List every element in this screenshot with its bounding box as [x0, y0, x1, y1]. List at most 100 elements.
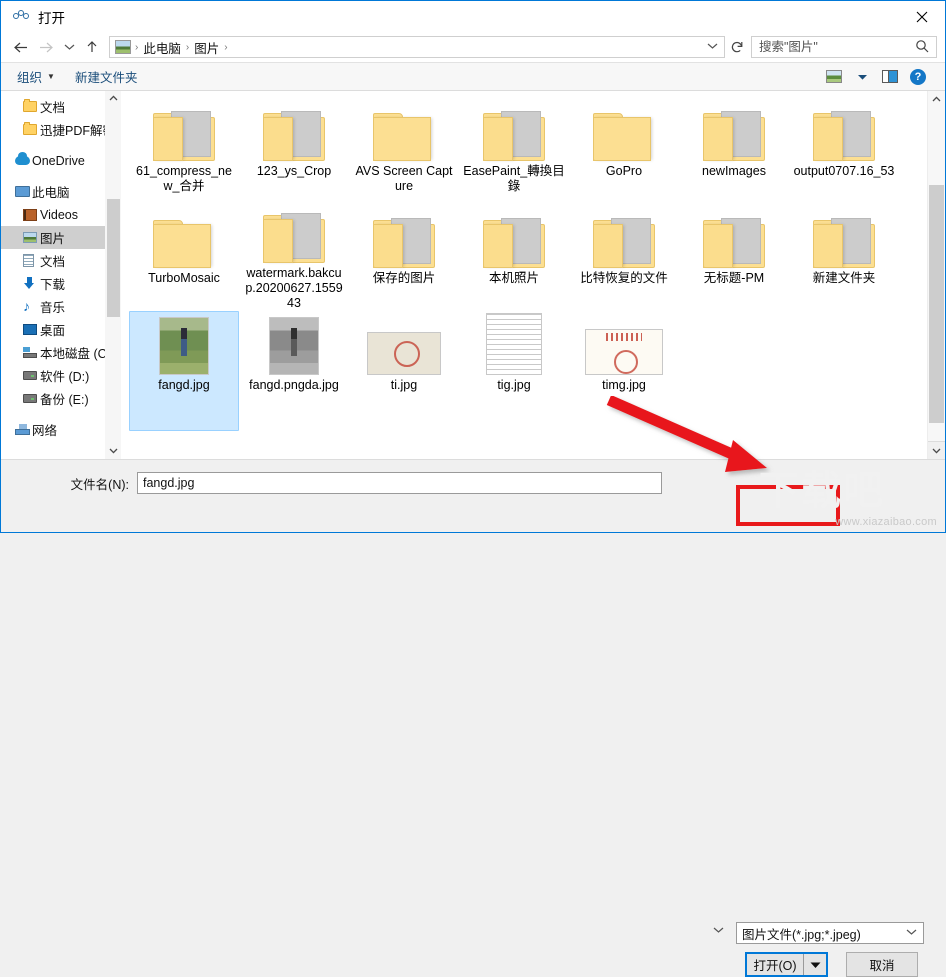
- sidebar-scroll-thumb[interactable]: [107, 199, 120, 317]
- file-item[interactable]: 无标题-PM: [679, 204, 789, 311]
- preview-pane-button[interactable]: [877, 66, 903, 88]
- sidebar-item-7[interactable]: 下载: [1, 272, 121, 295]
- sidebar-item-label: 音乐: [40, 301, 66, 315]
- file-item[interactable]: watermark.bakcup.20200627.155943: [239, 204, 349, 311]
- sidebar-item-label: OneDrive: [32, 153, 85, 168]
- folder-icon: [813, 99, 875, 161]
- file-item[interactable]: 新建文件夹: [789, 204, 899, 311]
- folder-icon: [153, 206, 215, 268]
- file-name-label: 文件名(N):: [70, 477, 129, 492]
- address-bar[interactable]: › 此电脑 › 图片 ›: [109, 36, 725, 58]
- file-item-label: 123_ys_Crop: [256, 164, 332, 178]
- up-button[interactable]: [79, 35, 105, 59]
- sidebar-item-0[interactable]: 文档: [1, 95, 121, 118]
- file-item[interactable]: output0707.16_53: [789, 97, 899, 204]
- this-pc-icon: [15, 186, 32, 197]
- file-item-label: fangd.pngda.jpg: [249, 378, 339, 392]
- forward-button[interactable]: [33, 35, 59, 59]
- folder-icon: [703, 99, 765, 161]
- file-type-filter-combo[interactable]: 图片文件(*.jpg;*.jpeg): [736, 922, 924, 944]
- image-thumbnail: [159, 313, 209, 375]
- toolbar-right-group: ?: [821, 66, 939, 88]
- file-item[interactable]: fangd.pngda.jpg: [239, 311, 349, 431]
- arrow-left-icon: [13, 42, 27, 52]
- sidebar-item-8[interactable]: ♪ 音乐: [1, 295, 121, 318]
- file-item-label: 比特恢复的文件: [580, 271, 668, 285]
- chevron-down-icon[interactable]: [109, 443, 118, 459]
- search-input[interactable]: [752, 39, 915, 55]
- cancel-button-label: 取消: [869, 959, 895, 973]
- close-button[interactable]: [899, 1, 945, 32]
- file-item[interactable]: 保存的图片: [349, 204, 459, 311]
- chevron-down-icon[interactable]: [928, 441, 945, 459]
- file-item[interactable]: GoPro: [569, 97, 679, 204]
- sidebar-item-9[interactable]: 桌面: [1, 318, 121, 341]
- cancel-button[interactable]: 取消: [846, 952, 918, 977]
- file-name-input[interactable]: [138, 475, 661, 491]
- open-file-dialog: 打开 › 此电脑 › 图片 › 搜索"图片" 组织 ▼ 新建文件夹 ? 文档 迅…: [0, 0, 946, 977]
- file-item[interactable]: 本机照片: [459, 204, 569, 311]
- music-icon: ♪: [23, 298, 30, 314]
- caret-down-icon: [857, 74, 867, 80]
- help-button[interactable]: ?: [905, 66, 931, 88]
- file-item[interactable]: EasePaint_轉換目錄: [459, 97, 569, 204]
- folder-icon: [593, 99, 655, 161]
- breadcrumb-separator: ›: [224, 41, 228, 53]
- chevron-down-icon[interactable]: [906, 928, 917, 938]
- file-item[interactable]: newImages: [679, 97, 789, 204]
- view-mode-icon: [826, 70, 842, 83]
- breadcrumb-item-pictures[interactable]: 图片: [191, 38, 222, 57]
- back-button[interactable]: [7, 35, 33, 59]
- title-bar: 打开: [1, 1, 945, 32]
- chevron-up-icon[interactable]: [109, 91, 118, 107]
- sidebar-item-10[interactable]: 本地磁盘 (C:): [1, 341, 121, 364]
- file-list-pane[interactable]: 61_compress_new_合并 123_ys_Crop AVS Screen …: [121, 91, 945, 459]
- drive-icon: [23, 394, 40, 403]
- desktop-icon: [23, 324, 40, 335]
- sidebar-item-3[interactable]: 此电脑: [1, 180, 121, 203]
- file-item[interactable]: AVS Screen Capture: [349, 97, 459, 204]
- breadcrumb-separator: ›: [135, 41, 139, 53]
- sidebar-item-13[interactable]: 网络: [1, 418, 121, 441]
- sidebar-item-5[interactable]: 图片: [1, 226, 121, 249]
- folder-icon: [23, 122, 40, 135]
- search-icon: [915, 39, 929, 56]
- file-item[interactable]: tig.jpg: [459, 311, 569, 431]
- sidebar-item-label: 软件 (D:): [40, 370, 90, 384]
- sidebar-item-4[interactable]: Videos: [1, 203, 121, 226]
- sidebar-item-11[interactable]: 软件 (D:): [1, 364, 121, 387]
- chevron-up-icon[interactable]: [928, 91, 945, 108]
- cloud-icon: [15, 152, 32, 165]
- file-name-row: 文件名(N):: [1, 460, 945, 498]
- organize-button[interactable]: 组织 ▼: [7, 65, 65, 88]
- address-dropdown-button[interactable]: [707, 42, 718, 53]
- sidebar-item-12[interactable]: 备份 (E:): [1, 387, 121, 410]
- sidebar-item-2[interactable]: OneDrive: [1, 149, 121, 172]
- file-item[interactable]: timg.jpg: [569, 311, 679, 431]
- breadcrumb-item-this-pc[interactable]: 此电脑: [140, 38, 184, 57]
- file-item-label: newImages: [702, 164, 766, 178]
- folder-icon: [373, 206, 435, 268]
- new-folder-button[interactable]: 新建文件夹: [65, 65, 148, 88]
- sidebar-item-1[interactable]: 迅捷PDF解密: [1, 118, 121, 141]
- view-mode-button[interactable]: [821, 66, 847, 88]
- file-item[interactable]: ti.jpg: [349, 311, 459, 431]
- file-item[interactable]: 比特恢复的文件: [569, 204, 679, 311]
- sidebar-item-6[interactable]: 文档: [1, 249, 121, 272]
- file-name-field[interactable]: [137, 472, 662, 494]
- open-button[interactable]: 打开(O): [745, 952, 828, 977]
- open-split-dropdown-button[interactable]: [803, 954, 826, 975]
- refresh-button[interactable]: [725, 35, 749, 59]
- file-type-filter-value: 图片文件(*.jpg;*.jpeg): [742, 927, 861, 942]
- file-item[interactable]: TurboMosaic: [129, 204, 239, 311]
- file-item[interactable]: 61_compress_new_合并: [129, 97, 239, 204]
- recent-locations-button[interactable]: [59, 35, 79, 59]
- sidebar-item-label: 备份 (E:): [40, 393, 89, 407]
- file-item[interactable]: 123_ys_Crop: [239, 97, 349, 204]
- file-name-dropdown-button[interactable]: [713, 926, 724, 936]
- search-box[interactable]: [751, 36, 937, 58]
- file-item[interactable]: fangd.jpg: [129, 311, 239, 431]
- file-list-scrollbar[interactable]: [927, 91, 945, 459]
- view-mode-dropdown-button[interactable]: [849, 66, 875, 88]
- file-list-scroll-thumb[interactable]: [929, 185, 944, 423]
